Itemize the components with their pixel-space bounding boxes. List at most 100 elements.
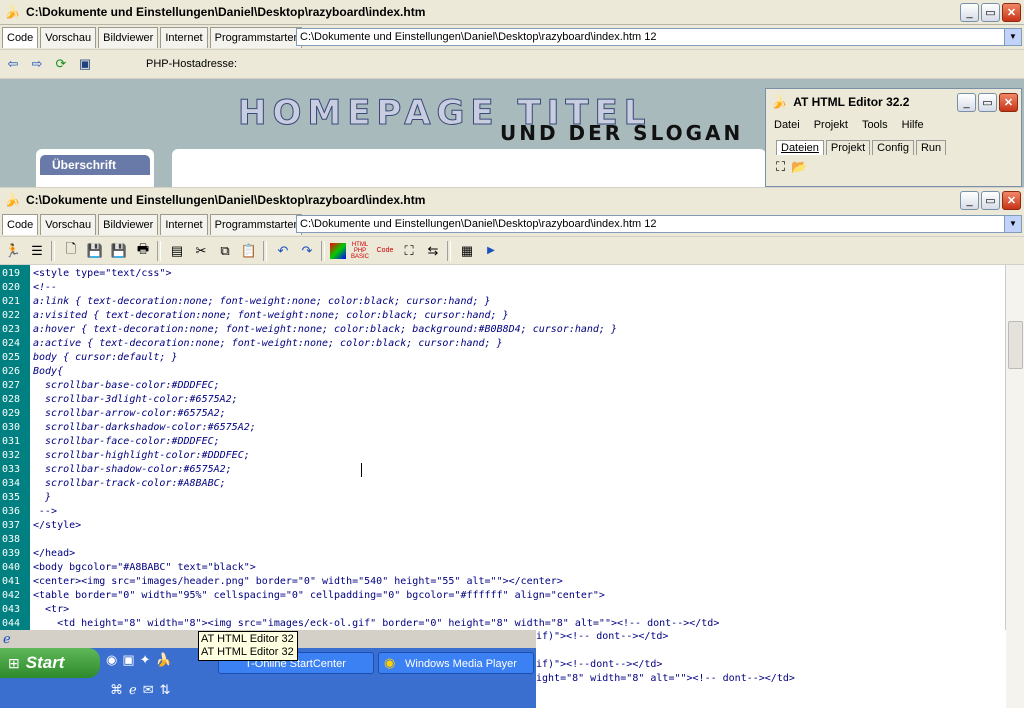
play-icon[interactable]: ▶ xyxy=(480,240,502,262)
menu-hilfe[interactable]: Hilfe xyxy=(902,115,924,135)
address-combobox[interactable]: C:\Dokumente und Einstellungen\Daniel\De… xyxy=(296,215,1022,233)
minimize-button[interactable]: _ xyxy=(960,190,979,210)
window1-titlebar[interactable]: 🍌 C:\Dokumente und Einstellungen\Daniel\… xyxy=(0,0,1024,25)
heading-box: Überschrift xyxy=(36,149,154,187)
tools-icon[interactable]: ✦ xyxy=(140,652,151,668)
line-number: 036 xyxy=(2,506,21,517)
php-host-label: PHP-Hostadresse: xyxy=(146,58,238,70)
paste-icon[interactable]: 📋 xyxy=(238,240,260,262)
tab-internet[interactable]: Internet xyxy=(160,213,208,235)
tab-bildviewer[interactable]: Bildviewer xyxy=(98,213,159,235)
code-line: 030 scrollbar-darkshadow-color:#6575A2; xyxy=(0,421,1000,435)
document-icon[interactable]: ▤ xyxy=(166,240,188,262)
line-text: </style> xyxy=(33,520,82,531)
tab-programmstarter[interactable]: Programmstarter xyxy=(209,26,303,48)
tab-config[interactable]: Config xyxy=(872,140,914,155)
ie-icon[interactable]: ℯ xyxy=(3,631,11,647)
menu-projekt[interactable]: Projekt xyxy=(814,115,848,135)
tab-code[interactable]: Code xyxy=(2,26,39,48)
outlook-icon[interactable]: ✉ xyxy=(143,682,154,698)
line-text: scrollbar-darkshadow-color:#6575A2; xyxy=(33,422,256,433)
banana-app-icon[interactable]: 🍌 xyxy=(156,652,172,668)
close-button[interactable]: ✕ xyxy=(1002,2,1021,22)
line-text: <!-- xyxy=(33,282,58,293)
tree-icon[interactable]: ⛶ xyxy=(776,159,785,175)
windows-logo-icon: ⊞ xyxy=(8,654,20,671)
undo-icon[interactable]: ↶ xyxy=(272,240,294,262)
address-text: C:\Dokumente und Einstellungen\Daniel\De… xyxy=(300,31,657,43)
tab-bildviewer[interactable]: Bildviewer xyxy=(98,26,159,48)
minimize-button[interactable]: _ xyxy=(957,92,976,112)
monitor-icon[interactable]: ▣ xyxy=(74,53,96,75)
maximize-button[interactable]: ▭ xyxy=(981,2,1000,22)
line-number: 042 xyxy=(2,590,21,601)
menu-datei[interactable]: Datei xyxy=(774,115,800,135)
scrollbar-thumb[interactable] xyxy=(1008,321,1023,369)
refresh-icon[interactable]: ⟳ xyxy=(50,53,72,75)
list-icon[interactable]: ☰ xyxy=(26,240,48,262)
template-icon[interactable]: ▦ xyxy=(456,240,478,262)
dropdown-arrow-icon[interactable]: ▼ xyxy=(1004,29,1021,45)
at-editor-titlebar[interactable]: 🍌 AT HTML Editor 32.2 _ ▭ ✕ xyxy=(766,89,1021,115)
line-number: 041 xyxy=(2,576,21,587)
line-number: 023 xyxy=(2,324,21,335)
window2-titlebar[interactable]: 🍌 C:\Dokumente und Einstellungen\Daniel\… xyxy=(0,188,1024,213)
maximize-button[interactable]: ▭ xyxy=(978,92,997,112)
media-player-icon[interactable]: ◉ xyxy=(106,652,117,668)
tree-icon[interactable]: ⛶ xyxy=(398,240,420,262)
tab-programmstarter[interactable]: Programmstarter xyxy=(209,213,303,235)
line-number: 033 xyxy=(2,464,21,475)
heading-title: Überschrift xyxy=(40,155,150,175)
sync-icon[interactable]: ⇅ xyxy=(160,682,171,698)
tab-internet[interactable]: Internet xyxy=(160,26,208,48)
close-button[interactable]: ✕ xyxy=(1002,190,1021,210)
color-picker-icon[interactable] xyxy=(330,242,346,259)
vertical-scrollbar[interactable] xyxy=(1005,265,1024,708)
html-php-basic-icon[interactable]: HTML PHP BASIC xyxy=(348,240,372,262)
ie-icon[interactable]: ℯ xyxy=(129,682,137,698)
line-text: scrollbar-highlight-color:#DDDFEC; xyxy=(33,450,250,461)
menu-tools[interactable]: Tools xyxy=(862,115,888,135)
folder-icon[interactable]: 📂 xyxy=(791,159,807,175)
maximize-button[interactable]: ▭ xyxy=(981,190,1000,210)
cut-icon[interactable]: ✂ xyxy=(190,240,212,262)
back-arrow-icon[interactable]: ⇦ xyxy=(2,53,24,75)
tab-code[interactable]: Code xyxy=(2,213,39,235)
banana-app-icon: 🍌 xyxy=(4,4,21,19)
task-media-player[interactable]: Windows Media Player xyxy=(378,652,534,674)
start-button[interactable]: ⊞ Start xyxy=(0,648,100,678)
tab-run[interactable]: Run xyxy=(915,140,947,155)
save-icon[interactable]: 💾 xyxy=(108,240,130,262)
line-text: scrollbar-arrow-color:#6575A2; xyxy=(33,408,226,419)
address-combobox[interactable]: C:\Dokumente und Einstellungen\Daniel\De… xyxy=(296,28,1022,46)
save-disabled-icon[interactable]: 💾 xyxy=(84,240,106,262)
run-man-icon[interactable]: 🏃 xyxy=(2,240,24,262)
copy-icon[interactable]: ⧉ xyxy=(214,240,236,262)
print-icon[interactable]: 🖶 xyxy=(132,240,154,262)
minimize-button[interactable]: _ xyxy=(960,2,979,22)
toolbar-separator xyxy=(321,240,325,261)
code-line: 034 scrollbar-track-color:#A8BABC; xyxy=(0,477,1000,491)
new-file-icon[interactable]: 🗋 xyxy=(60,240,82,262)
tonline-icon[interactable]: ▣ xyxy=(122,652,134,668)
align-icon[interactable]: ⇆ xyxy=(422,240,444,262)
forward-arrow-icon[interactable]: ⇨ xyxy=(26,53,48,75)
line-text: a:visited { text-decoration:none; font-w… xyxy=(33,310,509,321)
dropdown-arrow-icon[interactable]: ▼ xyxy=(1004,216,1021,232)
banner-slogan: UND DER SLOGAN xyxy=(500,121,744,145)
address-text: C:\Dokumente und Einstellungen\Daniel\De… xyxy=(300,218,657,230)
code-editor[interactable]: 019 <style type="text/css"> 020 <!-- 021 a:li… xyxy=(0,265,1006,630)
code-lines: 019 <style type="text/css"> 020 <!-- 021 a:li… xyxy=(0,267,1000,630)
network-icon[interactable]: ⌘ xyxy=(110,682,123,698)
close-button[interactable]: ✕ xyxy=(999,92,1018,112)
code-line: 033 scrollbar-shadow-color:#6575A2; xyxy=(0,463,1000,477)
line-number: 019 xyxy=(2,268,21,279)
redo-icon[interactable]: ↷ xyxy=(296,240,318,262)
tab-projekt[interactable]: Projekt xyxy=(825,140,871,155)
tab-dateien[interactable]: Dateien xyxy=(776,140,824,155)
window2-title: C:\Dokumente und Einstellungen\Daniel\De… xyxy=(26,193,426,207)
tab-vorschau[interactable]: Vorschau xyxy=(40,213,97,235)
tab-vorschau[interactable]: Vorschau xyxy=(40,26,97,48)
line-number: 020 xyxy=(2,282,21,293)
code-icon[interactable]: Code xyxy=(374,240,396,262)
